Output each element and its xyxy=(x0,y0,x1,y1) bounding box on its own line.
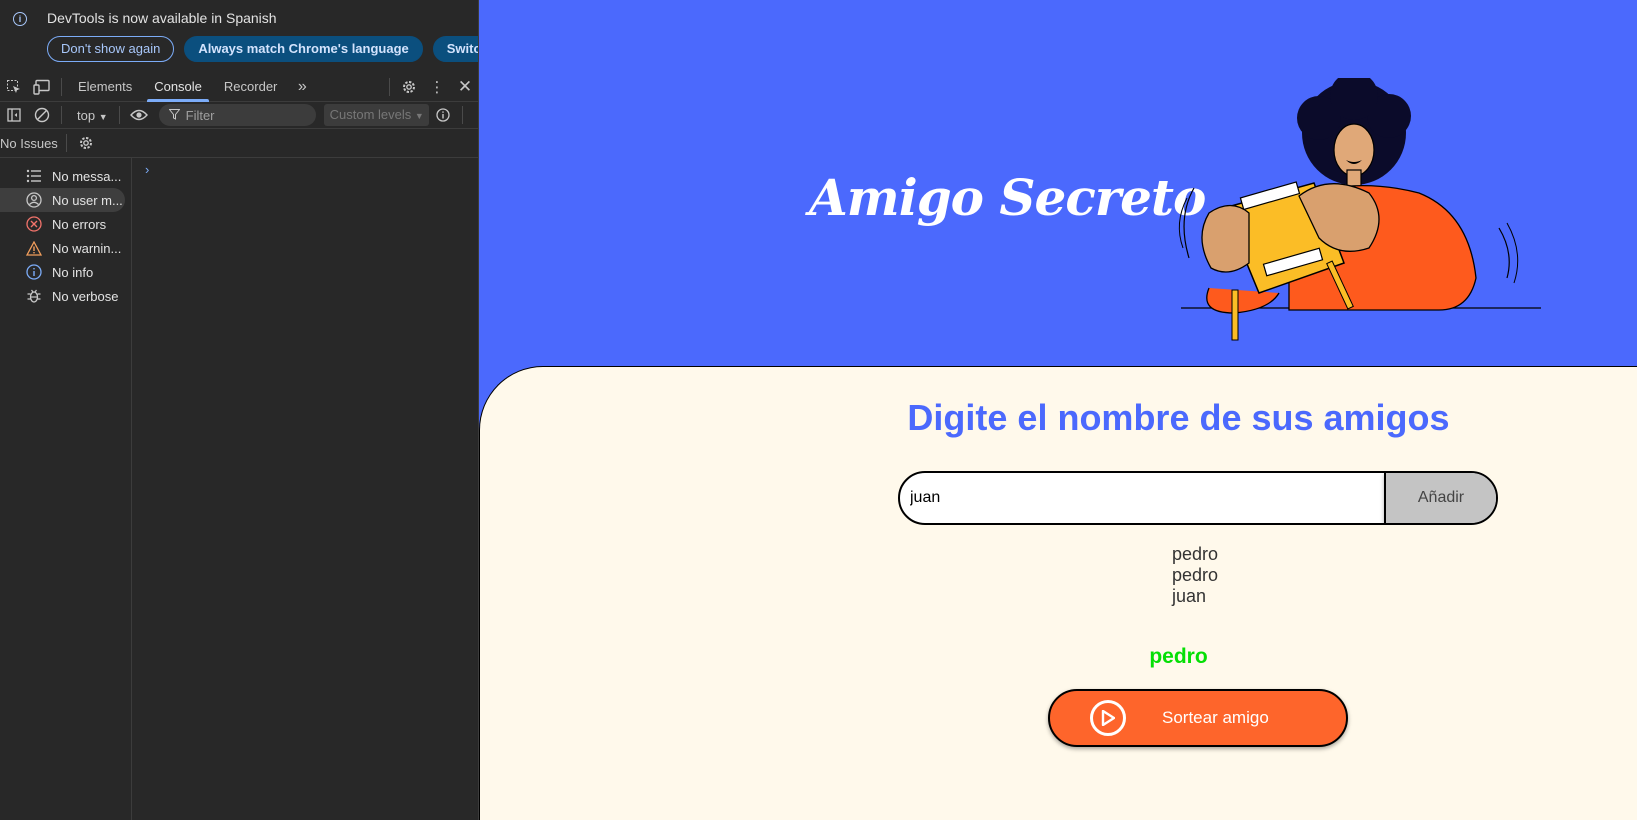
device-toolbar-icon[interactable] xyxy=(28,72,56,102)
sidebar-item-label: No verbose xyxy=(52,288,119,304)
info-icon xyxy=(24,262,44,282)
friends-list: pedro pedro juan xyxy=(1172,544,1218,607)
divider xyxy=(461,106,463,124)
switch-language-button[interactable]: Switch xyxy=(432,36,478,62)
tab-console[interactable]: Console xyxy=(143,72,213,102)
sidebar-item-info[interactable]: No info xyxy=(0,260,131,284)
infobar-message: DevTools is now available in Spanish xyxy=(47,10,277,26)
list-item: pedro xyxy=(1172,565,1219,585)
settings-gear-icon[interactable] xyxy=(395,72,423,102)
close-icon[interactable]: ✕ xyxy=(451,72,478,102)
app-page: Amigo Secreto Digite el nombre de sus am… xyxy=(479,0,1637,820)
warning-icon xyxy=(24,238,44,258)
divider xyxy=(65,134,67,152)
bug-icon xyxy=(24,286,44,306)
add-friend-form: Añadir xyxy=(898,471,1498,525)
chevron-down-icon: ▼ xyxy=(98,111,108,122)
match-language-button[interactable]: Always match Chrome's language xyxy=(184,36,423,62)
draw-result: pedro xyxy=(1149,645,1208,668)
page-title: Amigo Secreto xyxy=(809,168,1206,227)
devtools-panel: i DevTools is now available in Spanish D… xyxy=(0,0,479,820)
log-levels-label: Custom levels xyxy=(329,107,412,122)
sidebar-item-errors[interactable]: No errors xyxy=(0,212,131,236)
sidebar-item-label: No warnin... xyxy=(52,240,122,256)
console-toolbar: top ▼ Filter Custom levels ▼ xyxy=(0,100,478,130)
console-output[interactable]: › xyxy=(133,158,478,820)
error-icon xyxy=(24,214,44,234)
person-with-gift-illustration xyxy=(1178,78,1541,341)
divider xyxy=(118,106,120,124)
tab-elements[interactable]: Elements xyxy=(67,72,143,102)
sidebar-item-messages[interactable]: No messa... xyxy=(0,164,131,188)
context-label: top xyxy=(77,107,96,123)
log-levels-dropdown[interactable]: Custom levels ▼ xyxy=(323,104,429,126)
user-icon xyxy=(24,190,44,210)
main-content-card: Digite el nombre de sus amigos Añadir pe… xyxy=(479,366,1637,820)
tab-recorder[interactable]: Recorder xyxy=(213,72,288,102)
section-heading: Digite el nombre de sus amigos xyxy=(907,397,1450,438)
more-tabs-icon[interactable]: » xyxy=(288,72,316,102)
filter-input[interactable]: Filter xyxy=(158,104,316,126)
list-item: pedro xyxy=(1172,544,1219,564)
divider xyxy=(61,106,62,124)
sidebar-item-user-messages[interactable]: No user m... xyxy=(0,188,125,212)
draw-friend-button[interactable]: Sortear amigo xyxy=(1048,689,1348,747)
sidebar-item-warnings[interactable]: No warnin... xyxy=(0,236,131,260)
issues-count[interactable]: No Issues xyxy=(0,136,58,151)
chevron-down-icon: ▼ xyxy=(414,111,424,121)
inspect-element-icon[interactable] xyxy=(0,72,28,102)
sidebar-toggle-icon[interactable] xyxy=(0,100,28,130)
sidebar-item-label: No errors xyxy=(52,216,107,232)
kebab-menu-icon[interactable]: ⋮ xyxy=(423,72,451,102)
filter-placeholder: Filter xyxy=(185,107,215,123)
console-prompt-chevron-icon: › xyxy=(145,162,150,177)
language-infobar: i DevTools is now available in Spanish D… xyxy=(0,0,478,72)
dont-show-again-button[interactable]: Don't show again xyxy=(47,36,175,62)
devtools-tabbar: Elements Console Recorder » ⋮ ✕ xyxy=(0,72,478,102)
divider xyxy=(389,77,390,96)
sidebar-item-label: No messa... xyxy=(52,168,122,184)
live-expression-eye-icon[interactable] xyxy=(125,100,153,130)
console-settings-gear-icon[interactable] xyxy=(72,128,100,158)
sidebar-item-label: No info xyxy=(52,264,94,280)
info-icon[interactable] xyxy=(429,100,457,130)
add-button[interactable]: Añadir xyxy=(1384,473,1496,523)
draw-button-label: Sortear amigo xyxy=(1162,708,1269,727)
filter-icon xyxy=(168,108,181,123)
list-item: juan xyxy=(1172,586,1207,606)
issues-toolbar: No Issues xyxy=(0,128,478,158)
clear-console-icon[interactable] xyxy=(28,100,56,130)
divider xyxy=(61,77,62,96)
play-icon xyxy=(1090,700,1126,736)
friend-name-input[interactable] xyxy=(900,473,1384,523)
info-icon: i xyxy=(13,12,27,26)
sidebar-item-label: No user m... xyxy=(52,192,123,208)
sidebar-item-verbose[interactable]: No verbose xyxy=(0,284,131,308)
context-selector[interactable]: top ▼ xyxy=(67,108,114,123)
list-icon xyxy=(24,166,44,186)
console-sidebar: No messa... No user m... No errors No wa… xyxy=(0,158,132,820)
